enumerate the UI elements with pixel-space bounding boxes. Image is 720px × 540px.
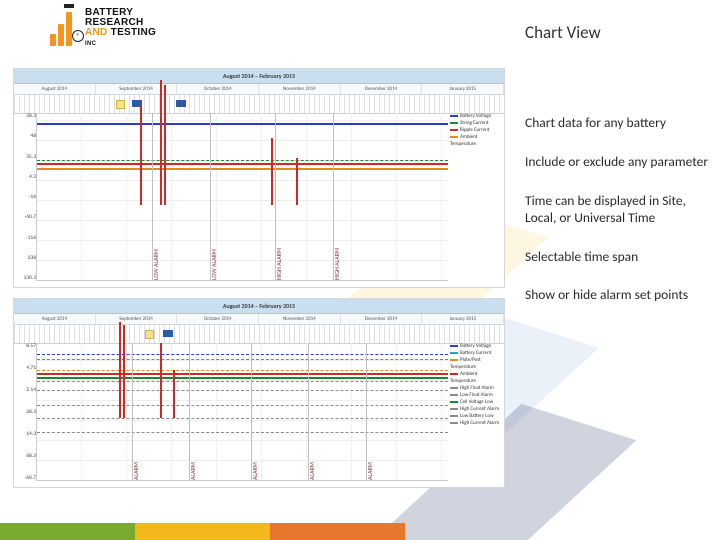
chart-bottom: August 2014 – February 2015 August 2014S… — [13, 298, 505, 488]
feature-item: Chart data for any battery — [525, 115, 715, 132]
feature-item: Selectable time span — [525, 249, 715, 266]
chart-day-ticks — [14, 325, 504, 344]
chart-yaxis: 8.574.71 2.1428.3 14.368.3 -60.7 — [16, 343, 36, 481]
chart-title: August 2014 – February 2015 — [14, 69, 504, 84]
chart-plot-area: LOW ALARM LOW ALARM HIGH ALARM HIGH ALAR… — [36, 113, 448, 281]
feature-item: Include or exclude any parameter — [525, 154, 715, 171]
chart-months-row: August 2014September 2014 October 2014No… — [14, 84, 504, 95]
chart-legend: Battery Voltage String Current Ripple Cu… — [450, 113, 502, 148]
chart-top: August 2014 – February 2015 August 2014S… — [13, 68, 505, 288]
chart-day-ticks — [14, 95, 504, 114]
chart-legend: Battery Voltage Battery Current Plate/Po… — [450, 343, 502, 427]
feature-item: Show or hide alarm set points — [525, 287, 715, 304]
chart-months-row: August 2014September 2014 October 2014No… — [14, 314, 504, 325]
chart-yaxis: 58.348 35.34.3 -16-60.7 -116238 130.3 — [16, 113, 36, 281]
footer-accent — [0, 523, 405, 540]
chart-title: August 2014 – February 2015 — [14, 299, 504, 314]
page-title: Chart View — [525, 22, 601, 43]
feature-item: Time can be displayed in Site, Local, or… — [525, 193, 715, 227]
brand-text: BATTERY RESEARCH AND TESTING INC — [85, 8, 156, 49]
chart-plot-area: ALARM ALARM ALARM ALARM ALARM — [36, 343, 448, 481]
battery-bars-icon: ® — [50, 6, 78, 46]
feature-list: Chart data for any battery Include or ex… — [525, 115, 715, 326]
brand-logo: ® BATTERY RESEARCH AND TESTING INC — [50, 6, 160, 50]
